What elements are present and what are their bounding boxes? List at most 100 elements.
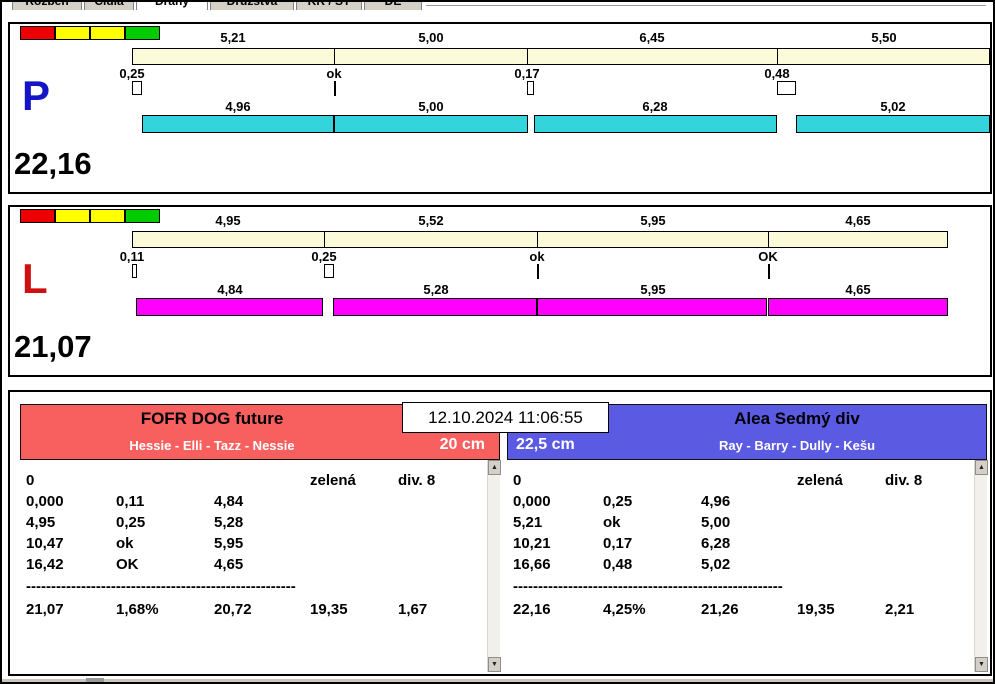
result-separator: ----------------------------------------…: [26, 578, 296, 595]
split-bar: [132, 231, 948, 248]
dog-time-label: 5,02: [880, 99, 906, 114]
scroll-up-button[interactable]: ▲: [488, 460, 501, 475]
split-time-label: 4,65: [845, 213, 871, 228]
result-cell: 0,17: [603, 535, 633, 552]
result-cell: 10,21: [513, 535, 551, 552]
result-total-cell: 4,25%: [603, 601, 646, 618]
dog-time-label: 4,96: [225, 99, 251, 114]
crossing-marker-tick: [768, 264, 770, 279]
result-cell: 5,02: [701, 556, 731, 573]
team-name-left: FOFR DOG future: [140, 409, 284, 428]
scrollbar[interactable]: ▲ ▼: [487, 460, 501, 672]
result-cell: 0: [26, 472, 35, 489]
split-time-label: 5,21: [220, 30, 246, 45]
split-bar: [132, 48, 990, 65]
result-total-cell: 19,35: [310, 601, 348, 618]
split-divider: [324, 231, 325, 248]
split-time-label: 4,95: [215, 213, 241, 228]
dog-time-label: 4,65: [845, 282, 871, 297]
result-total-cell: 21,26: [701, 601, 739, 618]
lane-panel-p: 5,21 5,00 6,45 5,50 0,25 ok 0,17 0,48 4,96 5,00 6,…: [8, 22, 992, 194]
result-total-cell: 1,68%: [116, 601, 159, 618]
team-name-right: Alea Sedmý div: [734, 409, 860, 428]
crossing-label: 0,17: [514, 66, 540, 81]
split-time-label: 5,00: [418, 30, 444, 45]
split-time-label: 5,52: [418, 213, 444, 228]
scrollbar[interactable]: ▲ ▼: [974, 460, 988, 672]
split-divider: [768, 231, 769, 248]
crossing-label: 0,48: [764, 66, 790, 81]
lane-letter: L: [22, 255, 48, 302]
result-cell: 4,95: [26, 514, 56, 531]
crossing-marker-box: [132, 264, 137, 278]
result-cell: OK: [116, 556, 139, 573]
result-total-cell: 1,67: [398, 601, 428, 618]
lane-total-time: 22,16: [14, 146, 92, 181]
status-light-4: [125, 209, 160, 223]
scroll-down-button[interactable]: ▼: [975, 657, 988, 672]
result-cell: 0,25: [603, 493, 633, 510]
dog-time-label: 5,00: [418, 99, 444, 114]
jump-height-right: 22,5 cm: [516, 436, 575, 453]
split-divider: [537, 231, 538, 248]
crossing-marker-tick: [334, 81, 336, 96]
result-cell: 5,00: [701, 514, 731, 531]
status-light-3: [90, 26, 125, 40]
team-dogs-left: Hessie - Elli - Tazz - Nessie: [129, 438, 295, 453]
result-cell: 0: [513, 472, 522, 489]
split-divider: [777, 48, 778, 65]
result-cell: 0,25: [116, 514, 146, 531]
status-light-3: [90, 209, 125, 223]
dog-time-bar: [796, 115, 990, 133]
result-table-right[interactable]: 0 zelená div. 8 0,000 0,25 4,96 5,21 ok 5,00 10,2…: [507, 460, 988, 672]
results-panel: FOFR DOG future Hessie - Elli - Tazz - N…: [8, 390, 992, 676]
status-light-1: [20, 26, 55, 40]
result-cell: div. 8: [885, 472, 923, 489]
result-total-cell: 2,21: [885, 601, 915, 618]
result-total-cell: 19,35: [797, 601, 835, 618]
result-cell: ok: [603, 514, 621, 531]
dog-time-label: 6,28: [642, 99, 668, 114]
result-cell: 16,42: [26, 556, 64, 573]
crossing-marker-tick: [537, 264, 539, 279]
scroll-up-button[interactable]: ▲: [975, 460, 988, 475]
split-divider: [527, 48, 528, 65]
dog-time-bar: [534, 115, 777, 133]
datetime-box: 12.10.2024 11:06:55: [402, 402, 609, 433]
dog-time-bar: [768, 298, 948, 316]
dog-time-label: 4,84: [217, 282, 243, 297]
crossing-label: 0,25: [311, 249, 337, 264]
crossing-label: 0,11: [119, 249, 145, 264]
result-cell: zelená: [797, 472, 843, 489]
dog-time-bar: [537, 298, 767, 316]
result-total-cell: 20,72: [214, 601, 252, 618]
split-divider: [334, 48, 335, 65]
scroll-down-button[interactable]: ▼: [488, 657, 501, 672]
lane-letter: P: [22, 72, 51, 119]
result-cell: 4,84: [214, 493, 244, 510]
result-cell: ok: [116, 535, 134, 552]
window-bottom-edge: [2, 679, 993, 682]
status-light-2: [55, 26, 90, 40]
result-cell: 0,000: [513, 493, 551, 510]
result-cell: 6,28: [701, 535, 731, 552]
window-bottom-notch: [86, 678, 104, 682]
dog-time-bar: [142, 115, 334, 133]
crossing-marker-box: [527, 81, 534, 95]
result-cell: 0,48: [603, 556, 633, 573]
crossing-label: 0,25: [119, 66, 145, 81]
crossing-label: ok: [529, 249, 545, 264]
jump-height-left: 20 cm: [439, 436, 485, 453]
result-table-left[interactable]: 0 zelená div. 8 0,000 0,11 4,84 4,95 0,25 5,28 10…: [20, 460, 501, 672]
result-cell: 0,11: [116, 493, 145, 510]
app-window: RozběhČidlaDráhyDružstvaKR / STDE 5,215,…: [0, 0, 995, 684]
team-dogs-right: Ray - Barry - Dully - Kešu: [718, 438, 876, 453]
lane-panel-l: 4,95 5,52 5,95 4,65 0,11 0,25 ok OK 4,84 5,28 5,95…: [8, 205, 992, 377]
dog-time-bar: [136, 298, 323, 316]
result-cell: 5,21: [513, 514, 543, 531]
result-separator: ----------------------------------------…: [513, 578, 783, 595]
split-time-label: 5,95: [640, 213, 666, 228]
result-cell: 16,66: [513, 556, 551, 573]
dog-time-label: 5,95: [640, 282, 666, 297]
status-light-2: [55, 209, 90, 223]
